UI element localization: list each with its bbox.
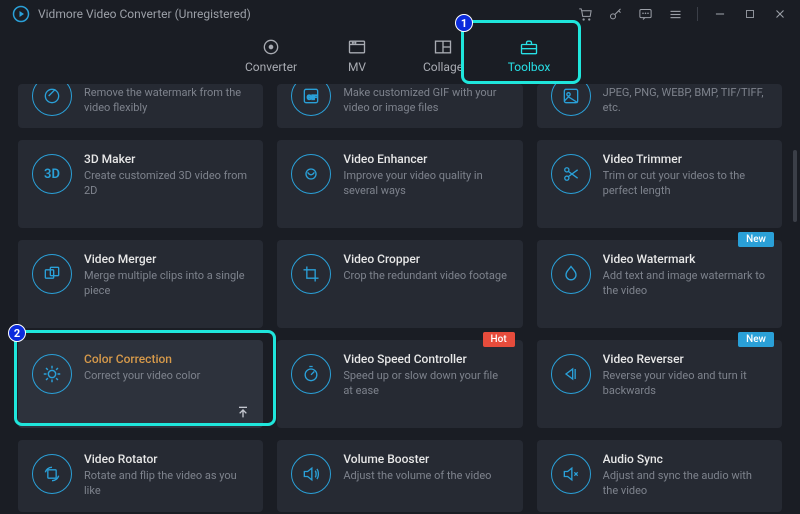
card-title: Video Reverser bbox=[603, 352, 768, 366]
tools-grid: Remove the watermark from the video flex… bbox=[18, 84, 782, 512]
toolbox-icon bbox=[519, 38, 539, 56]
tab-label: Toolbox bbox=[508, 60, 551, 74]
card-title: Audio Sync bbox=[603, 452, 768, 466]
speed-icon bbox=[291, 354, 331, 394]
card-title: Color Correction bbox=[84, 352, 249, 366]
crop-icon bbox=[291, 254, 331, 294]
main-tabs: Converter MV Collage Toolbox bbox=[0, 28, 800, 84]
divider bbox=[697, 7, 698, 21]
card-desc: Adjust the volume of the video bbox=[343, 469, 508, 484]
badge-new: New bbox=[738, 232, 774, 247]
tool-card-audio-sync[interactable]: Audio Sync Adjust and sync the audio with… bbox=[537, 440, 782, 512]
audio-sync-icon bbox=[551, 454, 591, 494]
toolbox-content: Remove the watermark from the video flex… bbox=[0, 84, 800, 514]
image-converter-icon bbox=[551, 84, 591, 116]
card-desc: Trim or cut your videos to the perfect l… bbox=[603, 169, 768, 199]
tab-toolbox[interactable]: Toolbox bbox=[486, 28, 572, 84]
card-desc: Merge multiple clips into a single piece bbox=[84, 269, 249, 299]
tool-card-3d-maker[interactable]: 3D 3D Maker Create customized 3D video fr… bbox=[18, 140, 263, 228]
mv-icon bbox=[347, 38, 367, 56]
card-desc: Make customized GIF with your video or i… bbox=[343, 86, 508, 116]
card-desc: Create customized 3D video from 2D bbox=[84, 169, 249, 199]
card-desc: Remove the watermark from the video flex… bbox=[84, 86, 249, 116]
card-desc: Speed up or slow down your file at ease bbox=[343, 369, 508, 399]
key-icon[interactable] bbox=[607, 6, 623, 22]
feedback-icon[interactable] bbox=[637, 6, 653, 22]
minimize-icon[interactable] bbox=[712, 6, 728, 22]
tool-card-video-rotator[interactable]: Video Rotator Rotate and flip the video a… bbox=[18, 440, 263, 512]
color-correction-icon bbox=[32, 354, 72, 394]
scrollbar[interactable] bbox=[793, 150, 797, 222]
tool-card-volume-booster[interactable]: Volume Booster Adjust the volume of the v… bbox=[277, 440, 522, 512]
card-desc: Add text and image watermark to the vide… bbox=[603, 269, 768, 299]
rotate-icon bbox=[32, 454, 72, 494]
card-title: Video Watermark bbox=[603, 252, 768, 266]
gif-maker-icon: GIF bbox=[291, 84, 331, 116]
app-logo-icon bbox=[12, 5, 30, 23]
enhancer-icon bbox=[291, 154, 331, 194]
card-title: Video Cropper bbox=[343, 252, 508, 266]
badge-hot: Hot bbox=[483, 332, 515, 347]
tab-collage[interactable]: Collage bbox=[400, 28, 486, 84]
watermark-remover-icon bbox=[32, 84, 72, 116]
tab-label: Collage bbox=[423, 60, 463, 74]
tab-label: Converter bbox=[245, 60, 297, 74]
svg-text:GIF: GIF bbox=[307, 93, 317, 101]
tool-card-video-trimmer[interactable]: Video Trimmer Trim or cut your videos to … bbox=[537, 140, 782, 228]
cart-icon[interactable] bbox=[577, 6, 593, 22]
tab-converter[interactable]: Converter bbox=[228, 28, 314, 84]
titlebar-left: Vidmore Video Converter (Unregistered) bbox=[12, 5, 251, 23]
card-desc: Correct your video color bbox=[84, 369, 249, 384]
volume-icon bbox=[291, 454, 331, 494]
tab-label: MV bbox=[348, 60, 366, 74]
tool-card-video-watermark[interactable]: New Video WatermarkAdd text and image wa… bbox=[537, 240, 782, 328]
card-desc: Crop the redundant video footage bbox=[343, 269, 508, 284]
card-title: Volume Booster bbox=[343, 452, 508, 466]
card-title: 3D Maker bbox=[84, 152, 249, 166]
card-desc: Reverse your video and turn it backwards bbox=[603, 369, 768, 399]
tool-card[interactable]: JPEG, PNG, WEBP, BMP, TIF/TIFF, etc. bbox=[537, 84, 782, 128]
card-title: Video Trimmer bbox=[603, 152, 768, 166]
tool-card-video-merger[interactable]: Video Merger Merge multiple clips into a … bbox=[18, 240, 263, 328]
card-title: Video Rotator bbox=[84, 452, 249, 466]
tool-card-speed-controller[interactable]: Hot Video Speed ControllerSpeed up or sl… bbox=[277, 340, 522, 428]
tool-card[interactable]: Remove the watermark from the video flex… bbox=[18, 84, 263, 128]
merger-icon bbox=[32, 254, 72, 294]
card-title: Video Speed Controller bbox=[343, 352, 508, 366]
scissors-icon bbox=[551, 154, 591, 194]
card-desc: Adjust and sync the audio with the video bbox=[603, 469, 768, 499]
3d-icon: 3D bbox=[32, 154, 72, 194]
badge-new: New bbox=[738, 332, 774, 347]
card-title: Video Merger bbox=[84, 252, 249, 266]
tool-card-video-cropper[interactable]: Video Cropper Crop the redundant video fo… bbox=[277, 240, 522, 328]
converter-icon bbox=[261, 38, 281, 56]
watermark-icon bbox=[551, 254, 591, 294]
collage-icon bbox=[433, 38, 453, 56]
card-desc: Rotate and flip the video as you like bbox=[84, 469, 249, 499]
titlebar-right bbox=[577, 6, 788, 22]
close-icon[interactable] bbox=[772, 6, 788, 22]
menu-icon[interactable] bbox=[667, 6, 683, 22]
tab-mv[interactable]: MV bbox=[314, 28, 400, 84]
titlebar: Vidmore Video Converter (Unregistered) bbox=[0, 0, 800, 28]
card-desc: Improve your video quality in several wa… bbox=[343, 169, 508, 199]
maximize-icon[interactable] bbox=[742, 6, 758, 22]
tool-card-video-reverser[interactable]: New Video ReverserReverse your video and… bbox=[537, 340, 782, 428]
tool-card-video-enhancer[interactable]: Video Enhancer Improve your video quality… bbox=[277, 140, 522, 228]
scroll-top-icon[interactable] bbox=[235, 404, 251, 420]
tool-card[interactable]: GIF Make customized GIF with your video … bbox=[277, 84, 522, 128]
app-title: Vidmore Video Converter (Unregistered) bbox=[38, 7, 251, 21]
tool-card-color-correction[interactable]: Color Correction Correct your video color bbox=[18, 340, 263, 428]
card-title: Video Enhancer bbox=[343, 152, 508, 166]
reverse-icon bbox=[551, 354, 591, 394]
card-desc: JPEG, PNG, WEBP, BMP, TIF/TIFF, etc. bbox=[603, 86, 768, 116]
